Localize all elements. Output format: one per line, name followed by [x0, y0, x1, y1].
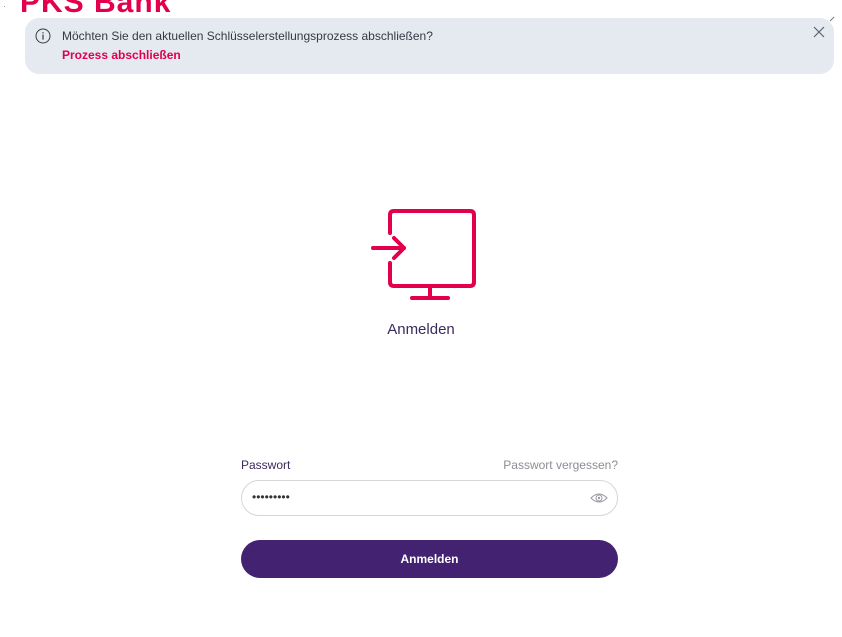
password-label: Passwort [241, 458, 291, 472]
close-icon[interactable] [811, 24, 827, 40]
corner-tick-mark [829, 16, 835, 22]
page-title: Anmelden [387, 321, 455, 338]
info-icon [35, 28, 51, 44]
banner-message: Möchten Sie den aktuellen Schlüsselerste… [62, 29, 433, 43]
notification-banner: Möchten Sie den aktuellen Schlüsselerste… [25, 18, 834, 74]
forgot-password-link[interactable]: Passwort vergessen? [480, 458, 618, 472]
monitor-login-icon [371, 209, 476, 300]
eye-icon[interactable] [590, 491, 608, 505]
brand-logo-text: PKS Bank [20, 0, 172, 19]
password-value: ••••••••• [252, 490, 290, 504]
corner-mark [4, 6, 5, 7]
brand-logo: PKS Bank [20, 0, 171, 18]
login-page: PKS Bank Möchten Sie den aktuellen Schlü… [0, 0, 842, 637]
password-input[interactable]: ••••••••• [241, 480, 618, 516]
login-button[interactable]: Anmelden [241, 540, 618, 578]
finish-process-link[interactable]: Prozess abschließen [62, 48, 181, 62]
